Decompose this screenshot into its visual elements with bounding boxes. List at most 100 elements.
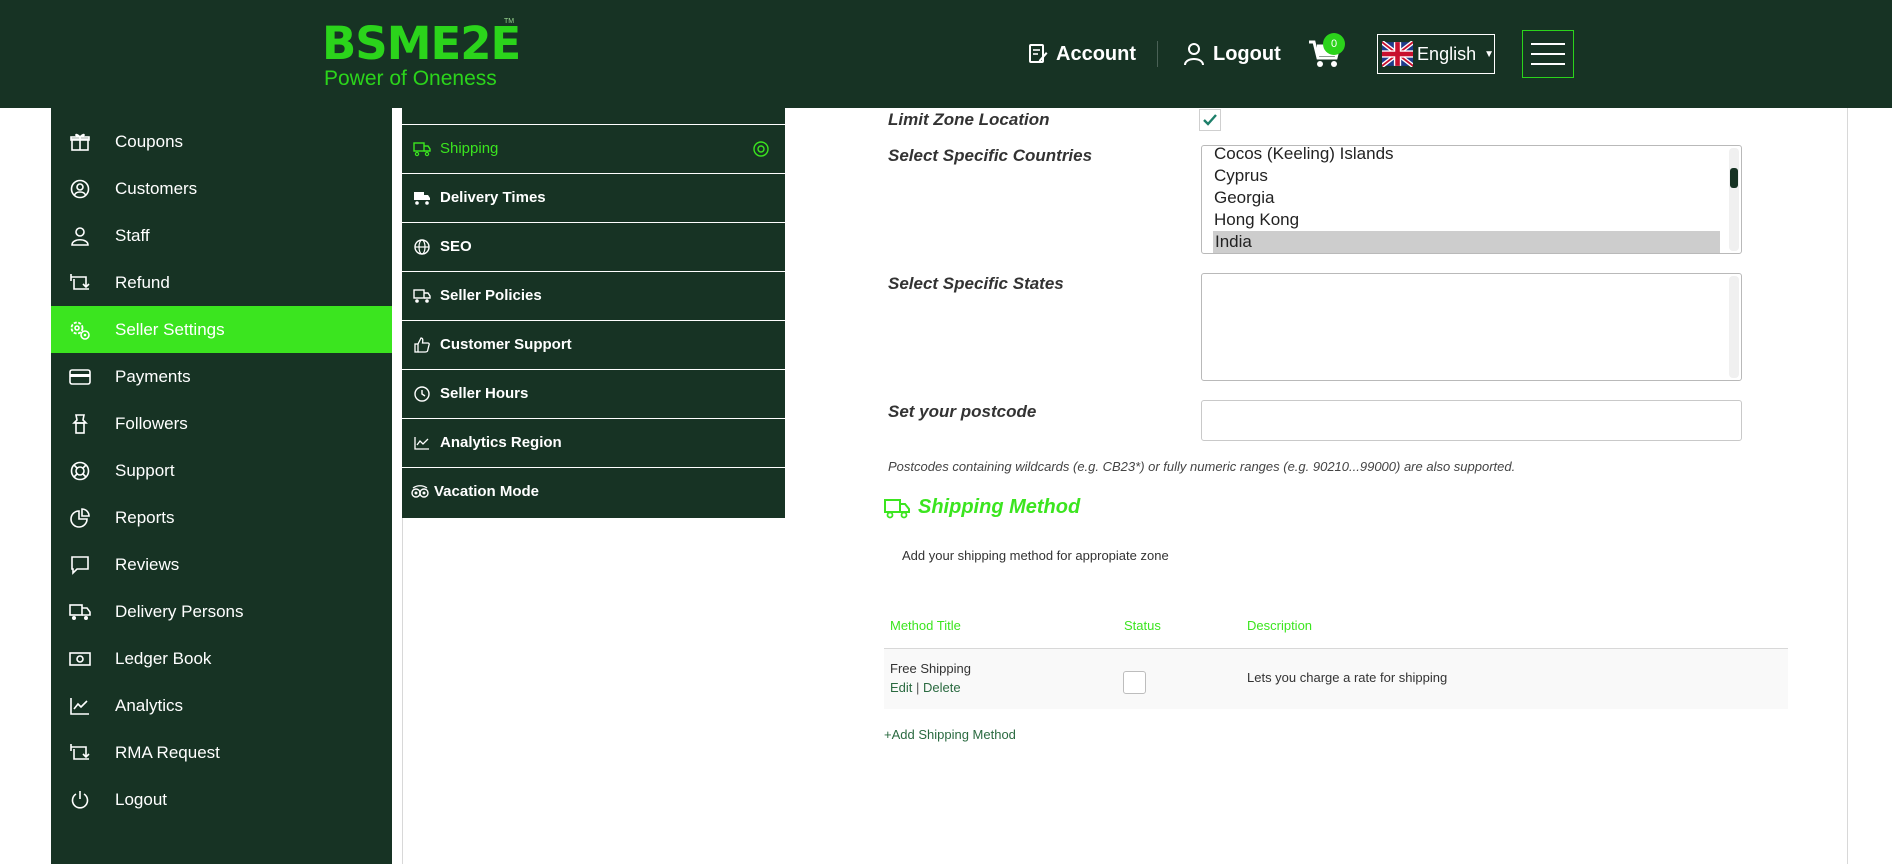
shipping-method-heading: Shipping Method — [884, 496, 1080, 519]
country-option[interactable]: Cyprus — [1214, 165, 1268, 187]
tab-analytics-region[interactable]: Analytics Region — [402, 418, 785, 466]
postcode-label: Set your postcode — [888, 402, 1037, 421]
pie-chart-icon — [69, 507, 91, 529]
sidebar-item-customers[interactable]: Customers — [51, 165, 392, 212]
user-icon — [69, 225, 91, 247]
add-shipping-method-link[interactable]: +Add Shipping Method — [884, 727, 1016, 742]
sidebar-item-label: Seller Settings — [115, 319, 225, 339]
sidebar-item-followers[interactable]: Followers — [51, 400, 392, 447]
sidebar-item-logout[interactable]: Logout — [51, 776, 392, 823]
sidebar-item-label: Reports — [115, 507, 175, 527]
account-edit-icon — [1029, 44, 1048, 63]
content-frame-border — [1847, 108, 1848, 864]
sidebar-item-seller-settings[interactable]: Seller Settings — [51, 306, 392, 353]
delete-link[interactable]: Delete — [923, 680, 961, 695]
hamburger-menu-button[interactable] — [1522, 30, 1574, 78]
logout-label: Logout — [1213, 42, 1281, 65]
countries-multiselect[interactable]: Cocos (Keeling) Islands Cyprus Georgia H… — [1201, 145, 1742, 254]
clock-icon — [413, 385, 431, 403]
tab-label: Vacation Mode — [434, 483, 540, 500]
brand-tagline: Power of Oneness — [324, 67, 497, 90]
truck-icon — [413, 140, 431, 158]
repeat-icon — [69, 272, 91, 294]
postcode-input[interactable] — [1201, 400, 1742, 441]
tab-customer-support[interactable]: Customer Support — [402, 320, 785, 368]
sidebar-item-rma-request[interactable]: RMA Request — [51, 729, 392, 776]
tab-label: Shipping — [440, 140, 499, 157]
menu-bar — [1531, 63, 1565, 65]
postcode-hint: Postcodes containing wildcards (e.g. CB2… — [888, 459, 1516, 474]
followers-icon — [69, 413, 91, 435]
sidebar-item-support[interactable]: Support — [51, 447, 392, 494]
country-option[interactable]: Cocos (Keeling) Islands — [1214, 146, 1394, 165]
tab-vacation-mode[interactable]: Vacation Mode — [402, 467, 785, 515]
thumbs-up-icon — [413, 336, 431, 354]
sidebar-item-label: Reviews — [115, 554, 180, 574]
action-separator: | — [916, 680, 920, 695]
sidebar-item-payments[interactable]: Payments — [51, 353, 392, 400]
sidebar-item-label: Support — [115, 460, 175, 480]
listbox-scrollbar[interactable] — [1729, 148, 1739, 251]
repeat-icon — [69, 742, 91, 764]
limit-zone-checkbox[interactable] — [1199, 109, 1221, 131]
tab-seo[interactable]: SEO — [402, 222, 785, 270]
truck-icon — [69, 601, 91, 623]
brand-logo[interactable]: BSME2E TM Power of Oneness — [322, 18, 522, 92]
states-label: Select Specific States — [888, 274, 1064, 293]
row-actions: Edit | Delete — [890, 680, 961, 695]
account-link[interactable]: Account — [1028, 38, 1136, 70]
sidebar-item-refund[interactable]: Refund — [51, 259, 392, 306]
content-frame-border — [402, 518, 403, 864]
user-icon — [1184, 43, 1204, 66]
account-label: Account — [1056, 42, 1136, 65]
target-icon — [753, 141, 769, 157]
lifebuoy-icon — [69, 460, 91, 482]
sidebar-item-label: Followers — [115, 413, 188, 433]
language-selector[interactable]: English ▼ — [1377, 34, 1495, 74]
column-header-status: Status — [1124, 618, 1161, 633]
menu-bar — [1531, 53, 1565, 55]
header-divider — [1157, 41, 1158, 67]
shipping-method-title: Shipping Method — [918, 496, 1081, 518]
sidebar-item-reviews[interactable]: Reviews — [51, 541, 392, 588]
add-shipping-method-label: Add Shipping Method — [891, 727, 1016, 742]
sidebar-item-reports[interactable]: Reports — [51, 494, 392, 541]
sidebar-item-analytics[interactable]: Analytics — [51, 682, 392, 729]
tab-shipping[interactable]: Shipping — [402, 124, 785, 172]
settings-icon — [69, 319, 91, 341]
tab-delivery-times[interactable]: Delivery Times — [402, 173, 785, 221]
logout-link[interactable]: Logout — [1183, 38, 1281, 70]
truck-icon — [413, 287, 431, 305]
sidebar-item-label: Ledger Book — [115, 648, 212, 668]
cart-count-badge: 0 — [1323, 33, 1345, 55]
tripadvisor-icon — [411, 483, 429, 501]
column-header-method-title: Method Title — [890, 618, 961, 633]
country-option[interactable]: Georgia — [1214, 187, 1274, 209]
countries-label: Select Specific Countries — [888, 146, 1093, 165]
tab-label: Analytics Region — [440, 434, 562, 451]
status-checkbox[interactable] — [1123, 671, 1146, 694]
tab-seller-policies[interactable]: Seller Policies — [402, 271, 785, 319]
settings-submenu: Shipping Delivery Times SEO Seller Polic… — [402, 108, 785, 518]
country-option-selected[interactable]: India — [1213, 231, 1720, 253]
truck-fast-icon — [413, 189, 431, 207]
sidebar-item-delivery-persons[interactable]: Delivery Persons — [51, 588, 392, 635]
menu-bar — [1531, 43, 1565, 45]
scrollbar-thumb[interactable] — [1730, 168, 1738, 188]
listbox-scrollbar[interactable] — [1729, 276, 1739, 378]
top-header: BSME2E TM Power of Oneness Account Logou… — [0, 0, 1892, 108]
sidebar-item-coupons[interactable]: Coupons — [51, 118, 392, 165]
sidebar-item-label: Logout — [115, 789, 167, 809]
tab-seller-hours[interactable]: Seller Hours — [402, 369, 785, 417]
credit-card-icon — [69, 366, 91, 388]
sidebar-item-label: Analytics — [115, 695, 184, 715]
sidebar-item-ledger-book[interactable]: Ledger Book — [51, 635, 392, 682]
edit-link[interactable]: Edit — [890, 680, 912, 695]
method-title: Free Shipping — [890, 661, 971, 676]
sidebar-item-label: Refund — [115, 272, 170, 292]
tab-label: Delivery Times — [440, 189, 546, 206]
country-option[interactable]: Hong Kong — [1214, 209, 1299, 231]
sidebar-item-staff[interactable]: Staff — [51, 212, 392, 259]
states-multiselect[interactable] — [1201, 273, 1742, 381]
plus-icon: + — [884, 727, 892, 742]
